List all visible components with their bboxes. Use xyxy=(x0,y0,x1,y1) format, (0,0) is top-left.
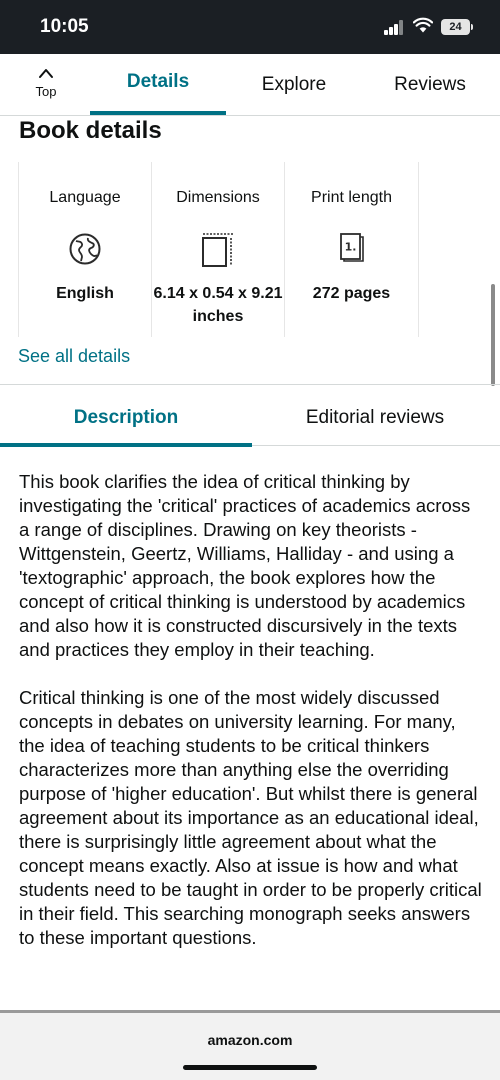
svg-text:1.: 1. xyxy=(344,241,356,254)
globe-icon xyxy=(69,233,101,265)
description-paragraph: Critical thinking is one of the most wid… xyxy=(19,687,482,948)
tab-reviews[interactable]: Reviews xyxy=(362,54,498,116)
detail-card-language[interactable]: Language English xyxy=(18,162,152,337)
description-paragraph: This book clarifies the idea of critical… xyxy=(19,471,471,660)
detail-label: Dimensions xyxy=(176,189,260,206)
scroll-to-top-button[interactable]: Top xyxy=(18,54,74,114)
browser-url-bar[interactable]: amazon.com xyxy=(0,1013,500,1080)
tab-details[interactable]: Details xyxy=(90,51,226,113)
horizontal-scroll-indicator xyxy=(491,284,495,386)
detail-value: 6.14 x 0.54 x 9.21 inches xyxy=(153,285,283,325)
top-tab-bar: Top Details Explore Reviews xyxy=(0,54,500,116)
url-text: amazon.com xyxy=(207,1032,293,1048)
detail-card-dimensions[interactable]: Dimensions 6.14 x 0.54 x 9.21 inches xyxy=(152,162,285,337)
detail-card-print-length[interactable]: Print length 1. 272 pages xyxy=(285,162,419,337)
detail-label: Language xyxy=(49,189,121,206)
active-sub-tab-indicator xyxy=(0,443,252,447)
description-body: This book clarifies the idea of critical… xyxy=(19,470,485,974)
see-all-details-link[interactable]: See all details xyxy=(18,346,130,367)
detail-label: Print length xyxy=(311,189,392,206)
status-time: 10:05 xyxy=(40,16,89,37)
detail-value: English xyxy=(56,285,114,302)
section-divider xyxy=(0,384,500,385)
chevron-up-icon xyxy=(39,69,53,78)
dimensions-icon xyxy=(202,233,233,267)
signal-icon xyxy=(384,20,406,35)
status-bar: 10:05 24 xyxy=(0,0,500,54)
active-tab-indicator xyxy=(90,111,226,115)
tab-editorial-reviews[interactable]: Editorial reviews xyxy=(250,396,500,440)
tab-explore[interactable]: Explore xyxy=(226,54,362,116)
tab-description[interactable]: Description xyxy=(0,396,252,440)
home-indicator[interactable] xyxy=(183,1065,317,1070)
battery-icon: 24 xyxy=(441,19,470,35)
detail-value: 272 pages xyxy=(312,285,391,302)
book-pages-icon: 1. xyxy=(339,233,364,262)
book-details-title: Book details xyxy=(19,117,162,144)
battery-nub xyxy=(471,24,473,30)
top-label: Top xyxy=(35,84,57,99)
wifi-icon xyxy=(413,17,433,33)
